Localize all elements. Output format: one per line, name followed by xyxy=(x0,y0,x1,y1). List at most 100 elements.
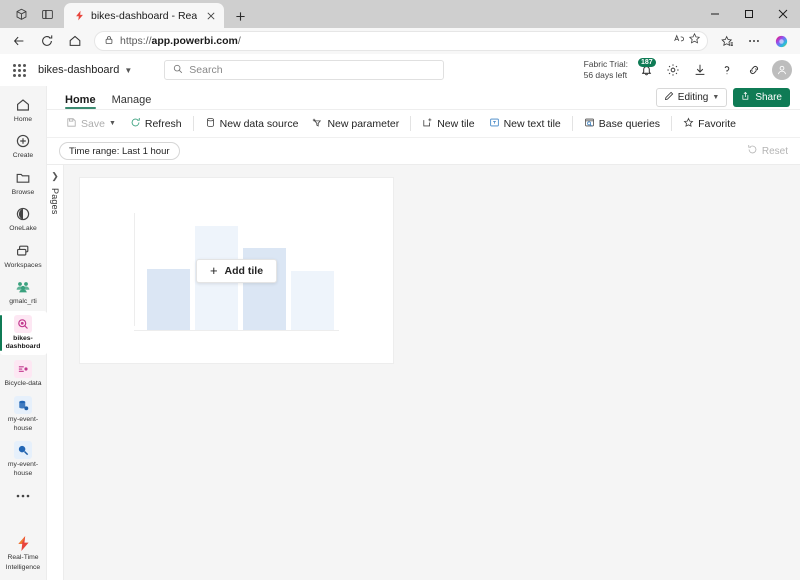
new-data-source-button[interactable]: New data source xyxy=(198,113,306,134)
sidebar-item-create[interactable]: Create xyxy=(0,128,47,163)
url-bar-actions xyxy=(673,32,701,50)
chevron-down-icon[interactable]: ▼ xyxy=(124,66,132,75)
collections-icon[interactable] xyxy=(714,30,740,52)
app-launcher-icon[interactable] xyxy=(8,59,30,81)
save-label: Save xyxy=(81,117,105,130)
save-button[interactable]: Save ▼ xyxy=(59,113,123,134)
tab-manage[interactable]: Manage xyxy=(104,94,160,109)
refresh-label: Refresh xyxy=(144,117,182,130)
search-input[interactable]: Search xyxy=(164,60,445,80)
breadcrumb[interactable]: bikes-dashboard ▼ xyxy=(38,64,132,76)
titlebar-left-icons xyxy=(0,4,64,28)
refresh-icon xyxy=(130,117,141,131)
reset-button[interactable]: Reset xyxy=(747,144,788,158)
sidebar-item-my-event-house-1[interactable]: my-event-house xyxy=(0,392,47,436)
sidebar: Home Create Browse OneLake Workspaces gm… xyxy=(0,86,47,580)
fabric-app-shell: bikes-dashboard ▼ Search Fabric Trial: 5… xyxy=(0,54,800,580)
close-icon[interactable] xyxy=(203,8,218,23)
share-label: Share xyxy=(755,92,782,103)
add-tile-button[interactable]: + Add tile xyxy=(195,258,278,283)
browser-navbar: https://app.powerbi.com/ xyxy=(0,28,800,54)
home-icon[interactable] xyxy=(62,30,88,52)
sidebar-item-label: Bicycle-data xyxy=(4,379,42,387)
chevron-down-icon: ▼ xyxy=(712,94,720,101)
sidebar-item-home[interactable]: Home xyxy=(0,92,47,127)
feedback-link-icon[interactable] xyxy=(745,61,763,79)
lock-icon xyxy=(104,32,114,50)
share-button[interactable]: Share xyxy=(733,88,790,107)
pencil-icon xyxy=(664,91,674,104)
time-range-bar: Time range: Last 1 hour Reset xyxy=(47,138,800,165)
pages-panel[interactable]: ❯ Pages xyxy=(47,165,64,580)
sidebar-item-bikes-dashboard[interactable]: bikes-dashboard xyxy=(0,310,47,355)
chevron-down-icon[interactable]: ▼ xyxy=(109,120,116,127)
url-bar[interactable]: https://app.powerbi.com/ xyxy=(94,31,708,51)
sidebar-item-label: Home xyxy=(13,116,33,123)
notifications-button[interactable]: 187 xyxy=(637,58,656,80)
favorite-button[interactable]: Favorite xyxy=(676,113,743,134)
create-plus-icon xyxy=(12,131,34,151)
sidebar-item-bicycle-data[interactable]: Bicycle-data xyxy=(0,356,47,391)
new-text-tile-label: New text tile xyxy=(503,117,561,130)
base-queries-button[interactable]: Base queries xyxy=(577,113,667,134)
sidebar-item-real-time-intelligence[interactable]: Real-Time Intelligence xyxy=(0,530,47,580)
notification-badge: 187 xyxy=(638,58,656,67)
tab-sidebar-icon[interactable] xyxy=(36,4,58,24)
sidebar-item-workspaces[interactable]: Workspaces xyxy=(0,238,47,273)
realtime-dashboard-icon xyxy=(12,314,34,334)
editing-mode-button[interactable]: Editing ▼ xyxy=(655,88,728,107)
star-icon[interactable] xyxy=(688,32,701,50)
fabric-rti-icon xyxy=(73,10,85,22)
reload-icon[interactable] xyxy=(34,30,60,52)
new-tab-button[interactable] xyxy=(227,4,253,28)
database-icon xyxy=(205,117,216,131)
more-ellipsis-icon[interactable] xyxy=(15,482,31,508)
sidebar-item-label: bikes-dashboard xyxy=(5,334,41,351)
copilot-icon[interactable] xyxy=(768,30,794,52)
share-icon xyxy=(741,91,751,104)
search-placeholder: Search xyxy=(189,64,223,76)
url-text: https://app.powerbi.com/ xyxy=(120,35,241,47)
add-tile-label: Add tile xyxy=(224,264,264,277)
sidebar-item-label: Workspaces xyxy=(4,261,42,269)
help-question-icon[interactable] xyxy=(718,61,736,79)
sidebar-item-label: my-event-house xyxy=(7,461,39,477)
download-icon[interactable] xyxy=(691,61,709,79)
sidebar-item-browse[interactable]: Browse xyxy=(0,165,47,200)
eventstream-icon xyxy=(12,359,34,379)
sidebar-item-gmalc-rti[interactable]: gmalc_rti xyxy=(0,274,47,309)
eventhouse-icon xyxy=(12,395,34,415)
sidebar-item-onelake[interactable]: OneLake xyxy=(0,201,47,236)
trial-status: Fabric Trial: 56 days left xyxy=(584,59,628,80)
kql-database-icon xyxy=(12,440,34,460)
toolbar-separator xyxy=(671,116,673,131)
new-tile-button[interactable]: New tile xyxy=(415,113,481,134)
breadcrumb-label: bikes-dashboard xyxy=(38,64,120,76)
browser-tab[interactable]: bikes-dashboard - Real-Time Inte xyxy=(64,3,224,28)
more-ellipsis-icon[interactable] xyxy=(741,30,767,52)
new-text-tile-button[interactable]: New text tile xyxy=(482,113,568,134)
onelake-icon xyxy=(12,204,34,224)
maximize-button[interactable] xyxy=(732,0,766,28)
refresh-button[interactable]: Refresh xyxy=(123,113,189,134)
home-icon xyxy=(12,95,34,115)
chevron-right-icon[interactable]: ❯ xyxy=(51,171,59,182)
back-arrow-icon[interactable] xyxy=(6,30,32,52)
gear-icon[interactable] xyxy=(664,61,682,79)
minimize-button[interactable] xyxy=(698,0,732,28)
pages-label: Pages xyxy=(50,188,60,215)
new-parameter-button[interactable]: New parameter xyxy=(305,113,406,134)
browser-titlebar: bikes-dashboard - Real-Time Inte xyxy=(0,0,800,28)
close-button[interactable] xyxy=(766,0,800,28)
tab-search-icon[interactable] xyxy=(10,4,32,24)
browser-tab-title: bikes-dashboard - Real-Time Inte xyxy=(91,9,197,22)
canvas-scrollbar[interactable] xyxy=(795,165,800,580)
tab-home[interactable]: Home xyxy=(57,94,104,109)
empty-tile-placeholder[interactable]: + Add tile xyxy=(79,177,394,364)
time-range-pill[interactable]: Time range: Last 1 hour xyxy=(59,142,180,160)
sidebar-item-label: gmalc_rti xyxy=(9,298,37,306)
sidebar-item-my-event-house-2[interactable]: my-event-house xyxy=(0,437,47,481)
avatar[interactable] xyxy=(772,60,792,80)
toolbar-separator xyxy=(571,116,573,131)
read-aloud-icon[interactable] xyxy=(673,32,686,50)
